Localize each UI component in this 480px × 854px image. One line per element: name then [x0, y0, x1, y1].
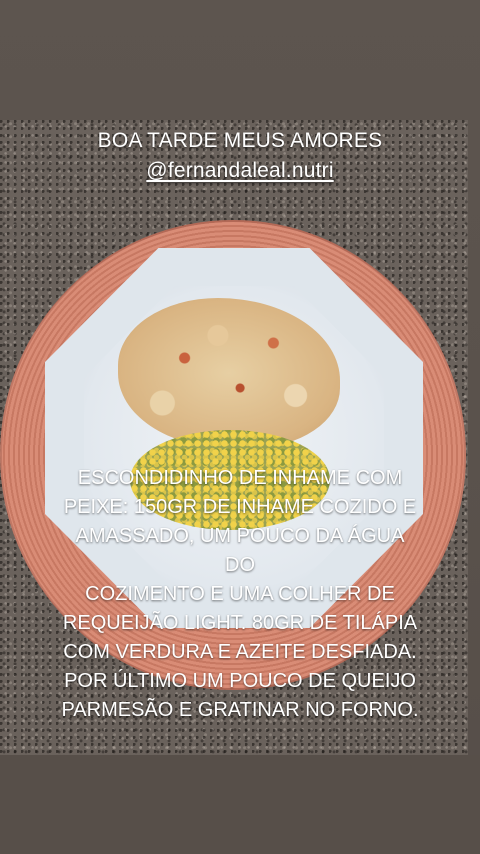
recipe-text: ESCONDIDINHO DE INHAME COM PEIXE: 150GR … [61, 467, 419, 721]
story-frame: BOA TARDE MEUS AMORES @fernandaleal.nutr… [0, 0, 480, 854]
greeting-text: BOA TARDE MEUS AMORES [97, 129, 383, 152]
caption-header: BOA TARDE MEUS AMORES @fernandaleal.nutr… [0, 126, 480, 186]
profile-mention-link[interactable]: @fernandaleal.nutri [0, 156, 480, 186]
bottom-background [0, 755, 480, 854]
